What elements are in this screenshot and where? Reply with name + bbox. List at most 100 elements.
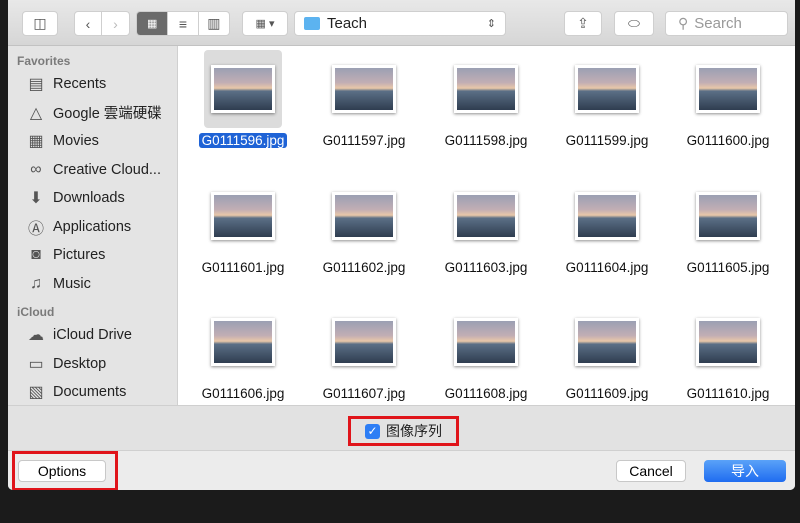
grid-icon: ▦ [146,18,158,30]
file-name: G0111602.jpg [322,260,406,275]
image-thumbnail [575,65,639,113]
file-item[interactable]: G0111610.jpg [668,303,788,403]
folder-icon [304,17,320,30]
thumbnail [447,177,525,255]
thumbnail [204,303,282,381]
image-sequence-label: 图像序列 [386,423,442,439]
sidebar-item-applications[interactable]: Ⓐ Applications [8,213,177,242]
sidebar-item-label: Recents [53,76,107,93]
image-thumbnail [211,318,275,366]
checkmark-icon: ✓ [365,423,380,439]
sidebar-item-recents[interactable]: ▤ Recents [8,70,177,99]
file-name: G0111607.jpg [322,386,406,401]
list-view-button[interactable]: ≡ [168,12,199,35]
desktop-icon: ▭ [28,355,44,373]
back-button[interactable]: ‹ [75,12,103,35]
file-item[interactable]: G0111606.jpg [183,303,303,403]
sidebar-item-label: Creative Cloud... [53,161,161,178]
sidebar-section-favorites: Favorites [17,54,71,68]
image-thumbnail [696,65,760,113]
file-name: G0111599.jpg [565,133,649,148]
options-button[interactable]: Options [18,460,106,482]
music-icon: ♫ [30,274,42,292]
search-icon: ⚲ [678,15,689,31]
import-button[interactable]: 导入 [704,460,786,482]
image-thumbnail [696,192,760,240]
file-item[interactable]: G0111599.jpg [547,50,667,150]
chevron-right-icon: › [113,15,118,32]
thumbnail [204,50,282,128]
image-thumbnail [211,65,275,113]
file-grid: G0111596.jpg G0111597.jpg G0111598.jpg G011… [178,46,795,405]
share-button[interactable]: ⇪ [564,11,602,36]
image-thumbnail [332,192,396,240]
google-drive-icon: △ [29,104,43,122]
icon-view-button[interactable]: ▦ [137,12,169,35]
cancel-button[interactable]: Cancel [616,460,686,482]
group-by-button[interactable]: ▦ ▾ [242,11,288,36]
group-icon: ▦ ▾ [255,18,275,30]
file-name: G0111601.jpg [201,260,285,275]
image-sequence-checkbox[interactable]: ✓ 图像序列 [348,416,459,446]
file-name: G0111610.jpg [686,386,770,401]
file-item[interactable]: G0111600.jpg [668,50,788,150]
view-mode-control: ▦ ≡ ▥ [136,11,230,36]
file-item[interactable]: G0111598.jpg [426,50,546,150]
file-item[interactable]: G0111609.jpg [547,303,667,403]
toolbar: ◫ ‹ › ▦ ≡ ▥ ▦ ▾ Teach ⇕ ⇪ ⬭ ⚲ Search [8,0,795,46]
file-item[interactable]: G0111608.jpg [426,303,546,403]
sidebar-item-movies[interactable]: ▦ Movies [8,127,177,156]
column-view-button[interactable]: ▥ [199,12,229,35]
file-item[interactable]: G0111603.jpg [426,177,546,277]
sidebar-item-google-drive[interactable]: △ Google 雲端硬碟 [8,99,177,128]
file-open-dialog: ◫ ‹ › ▦ ≡ ▥ ▦ ▾ Teach ⇕ ⇪ ⬭ ⚲ Search Fav… [8,0,795,490]
image-thumbnail [575,192,639,240]
sidebar-item-downloads[interactable]: ⬇ Downloads [8,184,177,213]
thumbnail [447,50,525,128]
thumbnail [689,50,767,128]
file-item[interactable]: G0111596.jpg [183,50,303,150]
image-thumbnail [211,192,275,240]
file-name: G0111604.jpg [565,260,649,275]
columns-icon: ▥ [207,15,221,31]
updown-chevron-icon: ⇕ [486,18,496,30]
downloads-icon: ⬇ [29,190,43,208]
image-thumbnail [575,318,639,366]
list-icon: ≡ [178,15,188,32]
file-item[interactable]: G0111597.jpg [304,50,424,150]
sidebar-item-desktop[interactable]: ▭ Desktop [8,350,177,379]
file-name: G0111606.jpg [201,386,285,401]
thumbnail [204,177,282,255]
image-thumbnail [454,65,518,113]
sidebar-item-documents[interactable]: ▧ Documents [8,378,177,407]
sidebar-item-pictures[interactable]: ◙ Pictures [8,241,177,270]
thumbnail [325,177,403,255]
file-item[interactable]: G0111604.jpg [547,177,667,277]
tag-button[interactable]: ⬭ [614,11,654,36]
sidebar-item-icloud-drive[interactable]: ☁ iCloud Drive [8,321,177,350]
sidebar-item-music[interactable]: ♫ Music [8,270,177,299]
path-popup[interactable]: Teach ⇕ [294,11,506,36]
sidebar-item-creative-cloud[interactable]: ∞ Creative Cloud... [8,156,177,185]
thumbnail [689,177,767,255]
file-name: G0111598.jpg [444,133,528,148]
button-bar: Options Cancel 导入 [8,450,795,490]
file-item[interactable]: G0111607.jpg [304,303,424,403]
image-thumbnail [332,318,396,366]
sidebar-item-label: Documents [53,384,127,401]
file-item[interactable]: G0111605.jpg [668,177,788,277]
file-name: G0111597.jpg [322,133,406,148]
search-placeholder: Search [694,15,742,32]
file-item[interactable]: G0111602.jpg [304,177,424,277]
sidebar-item-label: Downloads [53,190,125,207]
image-thumbnail [332,65,396,113]
sidebar-item-label: Pictures [53,247,106,264]
pictures-icon: ◙ [31,246,41,264]
recents-icon: ▤ [28,76,44,94]
file-item[interactable]: G0111601.jpg [183,177,303,277]
search-input[interactable]: ⚲ Search [665,11,788,36]
forward-button[interactable]: › [102,12,129,35]
file-name: G0111608.jpg [444,386,528,401]
sidebar-toggle-button[interactable]: ◫ [22,11,58,36]
thumbnail [568,50,646,128]
